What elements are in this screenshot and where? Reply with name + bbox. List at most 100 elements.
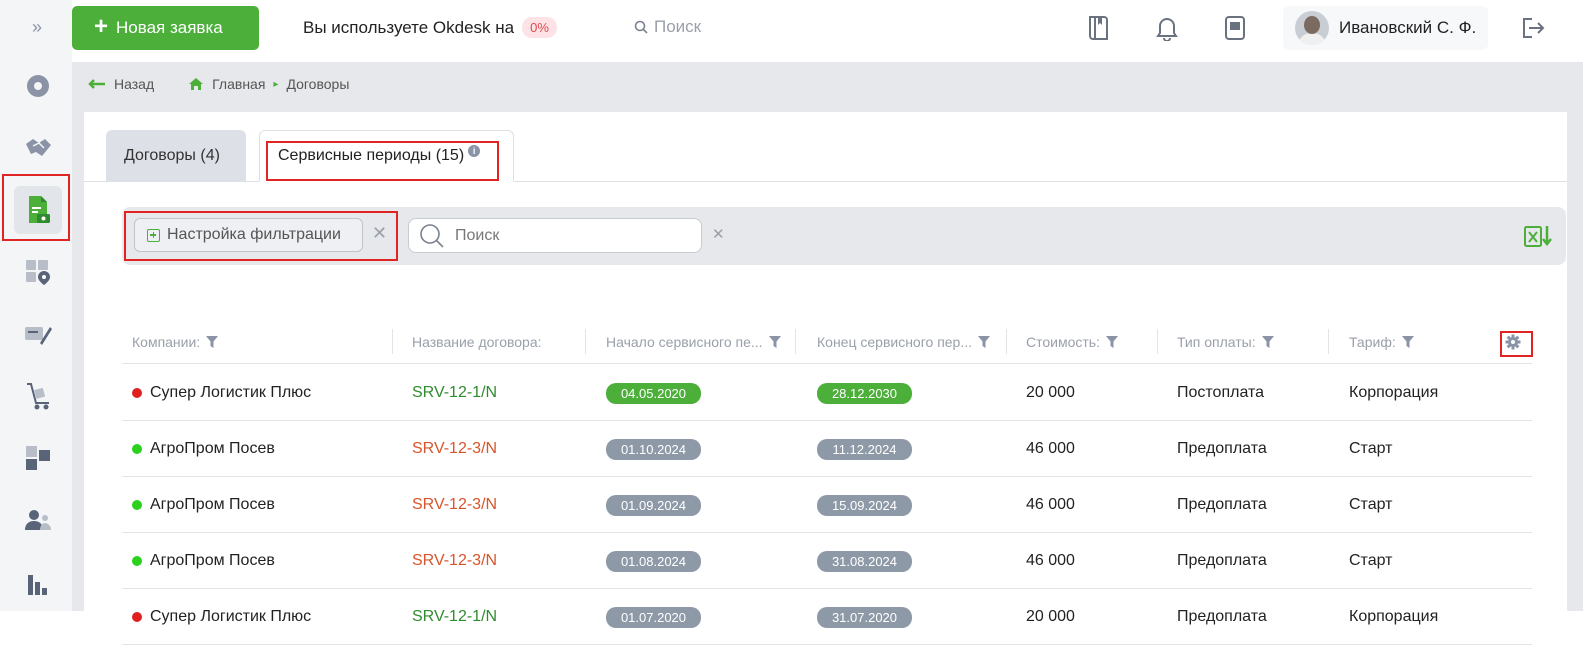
- cell-contract: SRV-12-3/N: [412, 477, 497, 533]
- service-start-badge: 04.05.2020: [606, 382, 701, 404]
- cell-service-end: 11.12.2024: [817, 421, 912, 477]
- column-tariff[interactable]: Тариф:: [1349, 319, 1414, 364]
- service-end-badge: 31.08.2024: [817, 550, 912, 572]
- contracts-panel: Договоры (4) Сервисные периоды (15) i На…: [84, 112, 1567, 645]
- cost-value: 46 000: [1026, 552, 1075, 569]
- table-row[interactable]: Супер Логистик Плюс SRV-12-1/N 01.07.2020 3…: [122, 589, 1532, 645]
- search-icon: [634, 20, 648, 34]
- service-start-badge: 01.10.2024: [606, 438, 701, 460]
- status-dot: [132, 388, 142, 398]
- sidebar-item-dashboard[interactable]: [14, 62, 62, 110]
- cell-cost: 46 000: [1026, 533, 1075, 589]
- column-cost-label: Стоимость:: [1026, 333, 1100, 350]
- global-search-placeholder: Поиск: [654, 17, 702, 36]
- contract-link[interactable]: SRV-12-1/N: [412, 384, 497, 402]
- tab-service-periods[interactable]: Сервисные периоды (15) i: [259, 130, 514, 182]
- column-contract-name[interactable]: Название договора:: [412, 319, 542, 364]
- filter-funnel-icon: [1261, 335, 1274, 348]
- global-search[interactable]: Поиск: [634, 17, 701, 37]
- company-name[interactable]: АгроПром Посев: [150, 440, 275, 458]
- company-name[interactable]: Супер Логистик Плюс: [150, 384, 311, 402]
- user-menu[interactable]: Ивановский С. Ф.: [1283, 6, 1489, 50]
- contract-link[interactable]: SRV-12-3/N: [412, 440, 497, 458]
- chevron-right-icon: ▸: [273, 78, 279, 90]
- cell-contract: SRV-12-1/N: [412, 589, 497, 645]
- cell-contract: SRV-12-1/N: [412, 365, 497, 421]
- filter-funnel-icon: [768, 335, 781, 348]
- cell-tariff: Корпорация: [1349, 365, 1438, 421]
- objects-map-icon: [26, 260, 50, 285]
- new-request-button[interactable]: + Новая заявка: [72, 6, 259, 50]
- cell-company: АгроПром Посев: [132, 421, 275, 477]
- column-service-start-label: Начало сервисного пе...: [606, 333, 763, 350]
- company-name[interactable]: АгроПром Посев: [150, 496, 275, 514]
- column-payment-type[interactable]: Тип оплаты:: [1177, 319, 1274, 364]
- sidebar-item-equipment[interactable]: [14, 310, 62, 358]
- cell-tariff: Старт: [1349, 421, 1392, 477]
- cell-contract: SRV-12-3/N: [412, 421, 497, 477]
- clear-search-icon[interactable]: ✕: [712, 225, 725, 243]
- table-row[interactable]: АгроПром Посев SRV-12-3/N 01.10.2024 11.12.…: [122, 421, 1532, 477]
- clear-filter-icon[interactable]: ✕: [372, 223, 387, 244]
- cell-payment-type: Предоплата: [1177, 533, 1267, 589]
- filter-settings-button[interactable]: Настройка фильтрации: [134, 218, 363, 252]
- sidebar-item-structure[interactable]: [14, 434, 62, 482]
- contract-link[interactable]: SRV-12-3/N: [412, 496, 497, 514]
- calculator-icon[interactable]: [1221, 13, 1249, 43]
- notifications-bell-icon[interactable]: [1153, 13, 1181, 43]
- cell-cost: 20 000: [1026, 365, 1075, 421]
- cell-company: АгроПром Посев: [132, 477, 275, 533]
- table-search-placeholder: Поиск: [455, 226, 500, 244]
- company-name[interactable]: АгроПром Посев: [150, 552, 275, 570]
- home-icon: [189, 78, 204, 90]
- service-end-badge: 28.12.2030: [817, 382, 912, 404]
- tariff-value: Старт: [1349, 440, 1393, 457]
- export-excel-icon[interactable]: [1524, 223, 1552, 249]
- cell-payment-type: Предоплата: [1177, 421, 1267, 477]
- warehouse-cart-icon: [27, 383, 49, 410]
- tab-service-periods-label: Сервисные периоды (15): [278, 147, 465, 164]
- sidebar-item-contracts[interactable]: [14, 186, 62, 234]
- usage-info: Вы используете Okdesk на 0%: [303, 17, 557, 38]
- status-dot: [132, 500, 142, 510]
- column-contract-name-label: Название договора:: [412, 333, 542, 350]
- contract-link[interactable]: SRV-12-3/N: [412, 552, 497, 570]
- sidebar-item-employees[interactable]: [14, 496, 62, 544]
- column-payment-type-label: Тип оплаты:: [1177, 333, 1256, 350]
- service-start-badge: 01.07.2020: [606, 606, 701, 628]
- filter-funnel-icon: [1105, 335, 1118, 348]
- sidebar-item-objects[interactable]: [14, 248, 62, 296]
- cost-value: 20 000: [1026, 384, 1075, 401]
- column-cost[interactable]: Стоимость:: [1026, 319, 1118, 364]
- back-link[interactable]: Назад: [114, 76, 154, 92]
- cell-service-end: 31.07.2020: [817, 589, 912, 645]
- usage-text: Вы используете Okdesk на: [303, 17, 515, 37]
- info-icon[interactable]: i: [468, 145, 481, 157]
- column-companies[interactable]: Компании:: [132, 319, 219, 364]
- expand-sidebar-icon[interactable]: »: [22, 15, 52, 39]
- table-row[interactable]: АгроПром Посев SRV-12-3/N 01.08.2024 31.08.…: [122, 533, 1532, 589]
- sidebar-item-clients[interactable]: [14, 124, 62, 172]
- filter-settings-label: Настройка фильтрации: [167, 226, 341, 243]
- tariff-value: Корпорация: [1349, 384, 1439, 401]
- cell-service-end: 15.09.2024: [817, 477, 912, 533]
- table-row[interactable]: АгроПром Посев SRV-12-3/N 01.09.2024 15.09.…: [122, 477, 1532, 533]
- column-settings-button[interactable]: [1498, 329, 1528, 355]
- cell-service-start: 04.05.2020: [606, 365, 701, 421]
- table-search-input[interactable]: Поиск: [408, 218, 702, 253]
- home-link[interactable]: Главная: [212, 76, 265, 92]
- tab-contracts[interactable]: Договоры (4): [106, 130, 246, 182]
- payment-type-value: Предоплата: [1177, 440, 1267, 457]
- column-service-start[interactable]: Начало сервисного пе...: [606, 319, 781, 364]
- column-service-end[interactable]: Конец сервисного пер...: [817, 319, 991, 364]
- knowledge-base-icon[interactable]: [1085, 13, 1113, 43]
- sidebar-item-warehouse[interactable]: [14, 372, 62, 420]
- table-row[interactable]: Супер Логистик Плюс SRV-12-1/N 04.05.2020 2…: [122, 365, 1532, 421]
- tabs: Договоры (4) Сервисные периоды (15) i: [84, 112, 1567, 182]
- cell-payment-type: Предоплата: [1177, 477, 1267, 533]
- sidebar-item-reports[interactable]: [14, 558, 62, 606]
- main-content: Назад Главная ▸ Договоры Договоры (4) Се…: [72, 62, 1583, 645]
- usage-badge: 0%: [522, 17, 557, 38]
- logout-icon[interactable]: [1519, 13, 1547, 43]
- status-dot: [132, 612, 142, 622]
